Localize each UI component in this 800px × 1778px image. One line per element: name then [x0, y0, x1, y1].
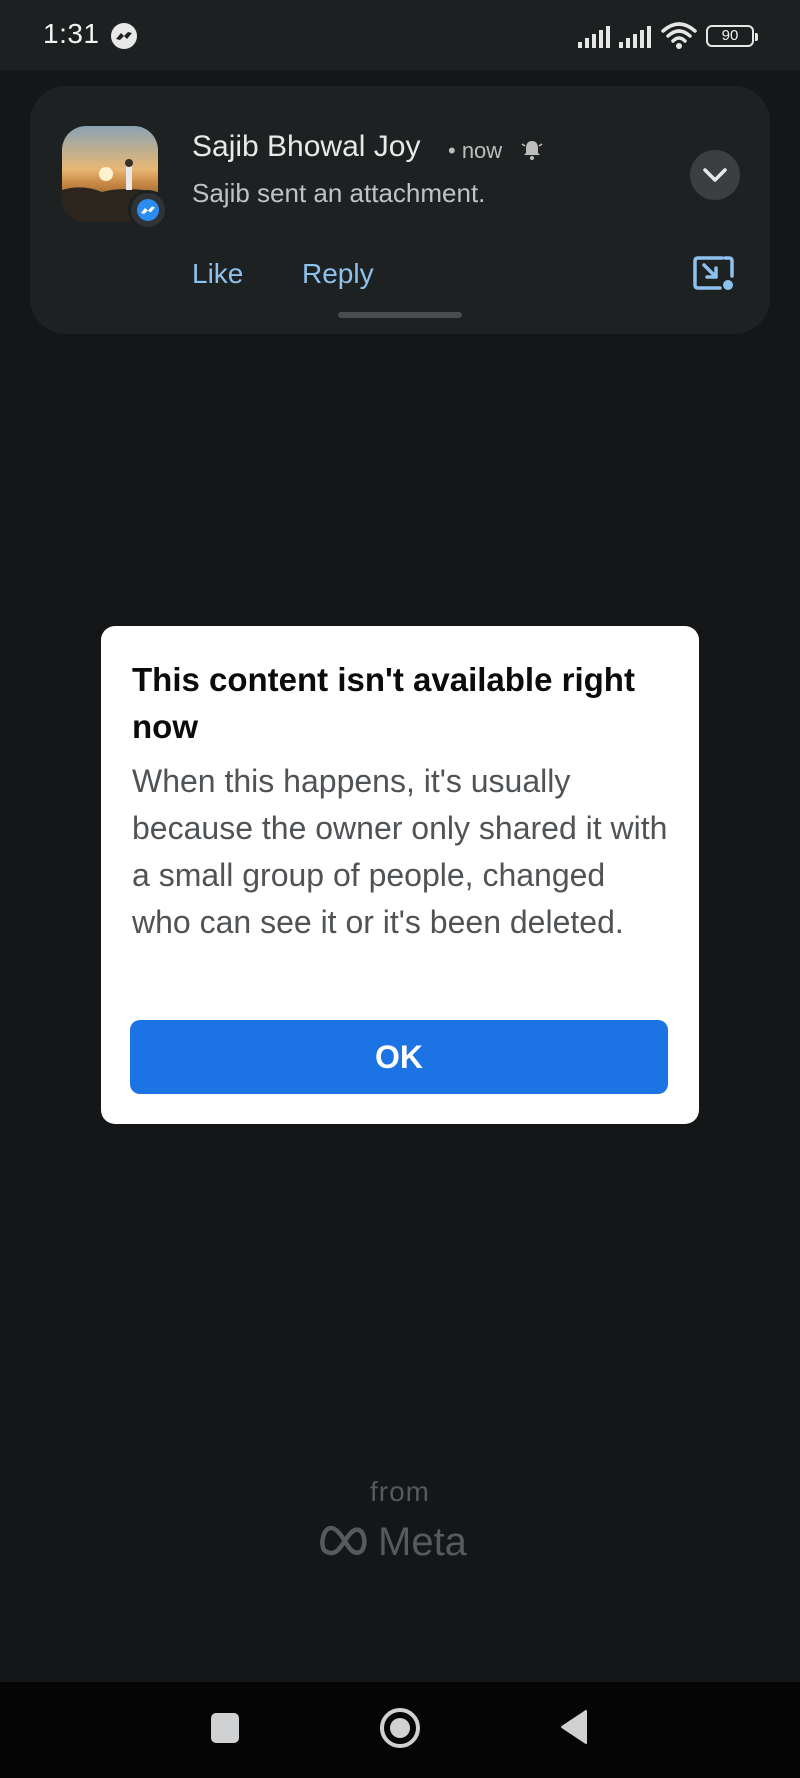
signal-icon — [619, 26, 651, 48]
recents-icon[interactable] — [211, 1713, 239, 1743]
notification-message: Sajib sent an attachment. — [192, 178, 486, 208]
meta-logo-icon — [320, 1525, 367, 1556]
picture-in-picture-icon[interactable] — [692, 254, 736, 294]
grab-handle[interactable] — [338, 312, 462, 318]
chevron-down-icon — [703, 168, 727, 182]
bell-icon — [521, 141, 543, 160]
status-time: 1:31 — [43, 18, 100, 49]
signal-icon — [578, 26, 610, 48]
dialog-body: When this happens, it's usually because … — [132, 763, 668, 940]
home-icon[interactable] — [378, 1706, 422, 1750]
dialog-title: This content isn't available right now — [132, 661, 635, 745]
from-label: from — [370, 1476, 430, 1507]
messenger-badge-icon — [128, 190, 168, 230]
back-icon[interactable] — [558, 1708, 590, 1746]
content-unavailable-dialog: This content isn't available right now W… — [101, 626, 699, 1124]
ok-button[interactable]: OK — [130, 1020, 668, 1094]
notification-time: • now — [448, 138, 503, 163]
like-button[interactable]: Like — [192, 258, 243, 290]
status-bar: 1:31 90 — [0, 0, 800, 70]
messenger-icon — [111, 23, 137, 49]
expand-button[interactable] — [690, 150, 740, 200]
meta-brand-text: Meta — [378, 1520, 467, 1564]
messenger-notification[interactable]: Sajib Bhowal Joy • now Sajib sent an att… — [30, 86, 770, 334]
navigation-bar — [0, 1682, 800, 1778]
battery-icon: 90 — [706, 25, 758, 47]
sender-name: Sajib Bhowal Joy — [192, 130, 421, 163]
battery-level: 90 — [721, 27, 739, 44]
reply-button[interactable]: Reply — [302, 258, 374, 290]
screen: 1:31 90 Sajib Bhowal Joy • now Sajib sen… — [0, 0, 800, 1778]
wifi-icon — [661, 22, 697, 49]
